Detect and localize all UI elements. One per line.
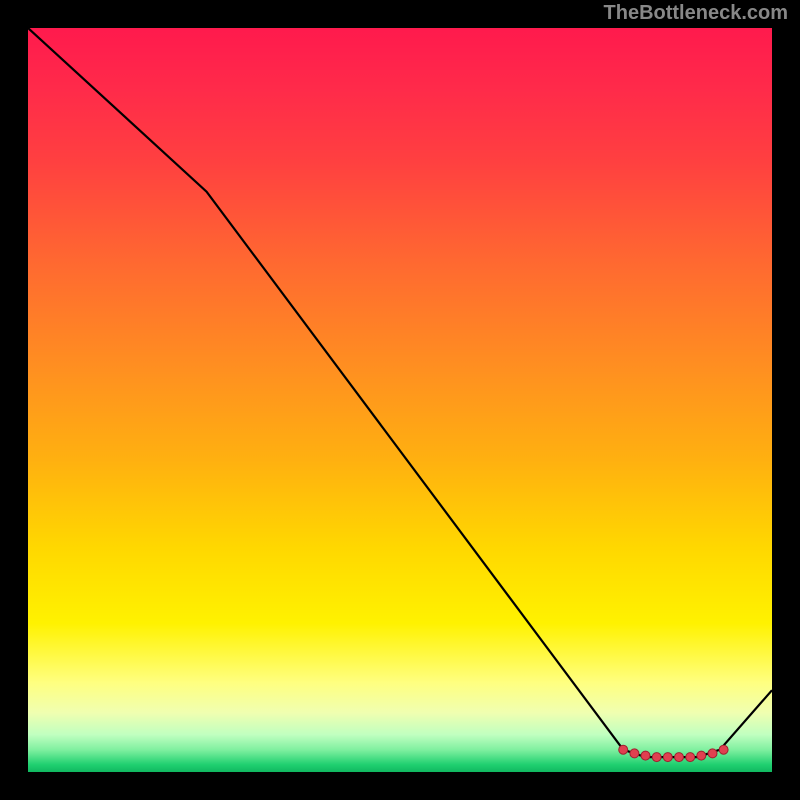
watermark-text: TheBottleneck.com bbox=[604, 2, 788, 25]
chart-marker bbox=[619, 745, 628, 754]
chart-marker bbox=[686, 753, 695, 762]
chart-markers bbox=[619, 745, 728, 761]
chart-plot-area bbox=[28, 28, 772, 772]
chart-marker bbox=[697, 751, 706, 760]
chart-marker bbox=[675, 753, 684, 762]
chart-marker bbox=[652, 753, 661, 762]
chart-marker bbox=[630, 749, 639, 758]
chart-marker bbox=[708, 749, 717, 758]
chart-marker bbox=[641, 751, 650, 760]
chart-svg bbox=[28, 28, 772, 772]
chart-marker bbox=[719, 745, 728, 754]
chart-line bbox=[28, 28, 772, 757]
chart-marker bbox=[663, 753, 672, 762]
